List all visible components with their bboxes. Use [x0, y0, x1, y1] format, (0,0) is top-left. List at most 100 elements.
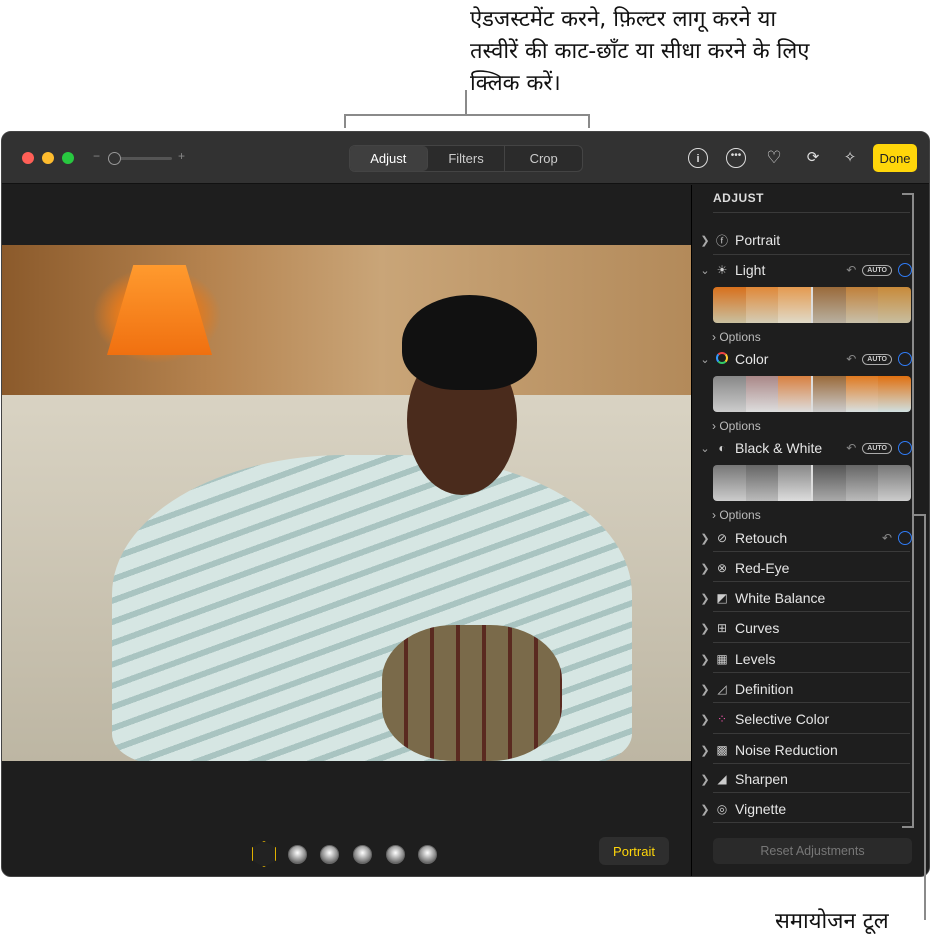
person-hair [402, 295, 537, 390]
auto-button[interactable]: AUTO [862, 442, 892, 454]
undo-icon[interactable]: ↶ [846, 263, 856, 277]
stage-mono-button[interactable] [418, 845, 437, 864]
undo-icon[interactable]: ↶ [846, 441, 856, 455]
magic-wand-icon[interactable]: ✧ [840, 148, 860, 168]
section-label: Selective Color [735, 711, 830, 727]
dots-icon: ⁘ [716, 712, 728, 726]
section-label: Portrait [735, 232, 781, 248]
section-portrait[interactable]: ❯ ⓕ Portrait [692, 229, 929, 251]
toolbar: − + Adjust Filters Crop i ••• ♡ ⟳ ✧ Done [2, 132, 929, 184]
chevron-right-icon[interactable]: ❯ [692, 622, 712, 635]
eye-icon: ⊗ [716, 561, 728, 575]
chevron-right-icon[interactable]: ❯ [692, 653, 712, 666]
section-label: Red-Eye [735, 560, 790, 576]
levels-icon: ▦ [716, 652, 728, 666]
section-black-white[interactable]: ⌄ ◐ Black & White ↶ AUTO [692, 437, 929, 459]
reset-adjustments-button[interactable]: Reset Adjustments [713, 838, 912, 864]
divider [713, 763, 910, 764]
white-balance-icon: ◩ [716, 591, 728, 605]
toggle-button[interactable] [898, 352, 912, 366]
section-red-eye[interactable]: ❯ ⊗ Red-Eye [692, 557, 929, 579]
half-circle-icon: ◐ [718, 441, 726, 455]
close-button[interactable] [22, 152, 34, 164]
divider [713, 212, 910, 213]
zoom-button[interactable] [62, 152, 74, 164]
zoom-in-label: + [178, 149, 186, 163]
chevron-right-icon[interactable]: ❯ [692, 773, 712, 786]
vignette-icon: ◎ [716, 802, 728, 816]
chevron-right-icon[interactable]: ❯ [692, 713, 712, 726]
divider [713, 672, 910, 673]
zoom-slider[interactable] [108, 152, 172, 165]
tab-crop[interactable]: Crop [505, 146, 582, 171]
chevron-down-icon[interactable]: ⌄ [692, 353, 712, 366]
bandage-icon: ⊘ [716, 531, 728, 545]
section-selective-color[interactable]: ❯ ⁘ Selective Color [692, 708, 929, 730]
color-options[interactable]: › Options [712, 419, 761, 433]
minimize-button[interactable] [42, 152, 54, 164]
sharpen-icon: ◢ [717, 772, 727, 786]
section-noise-reduction[interactable]: ❯ ▩ Noise Reduction [692, 739, 929, 761]
section-color[interactable]: ⌄ Color ↶ AUTO [692, 348, 929, 370]
chevron-right-icon[interactable]: ❯ [692, 683, 712, 696]
auto-button[interactable]: AUTO [862, 353, 892, 365]
auto-button[interactable]: AUTO [862, 264, 892, 276]
sidebar-title: ADJUST [713, 191, 765, 205]
section-vignette[interactable]: ❯ ◎ Vignette [692, 798, 929, 820]
chevron-right-icon[interactable]: ❯ [692, 234, 712, 247]
rotate-icon[interactable]: ⟳ [803, 148, 823, 168]
divider [713, 702, 910, 703]
color-ring-icon [712, 351, 732, 367]
color-slider-strip[interactable] [713, 376, 911, 412]
chevron-down-icon[interactable]: ⌄ [692, 442, 712, 455]
tab-adjust[interactable]: Adjust [350, 146, 428, 171]
section-curves[interactable]: ❯ ⊞ Curves [692, 617, 929, 639]
studio-light-button[interactable] [320, 845, 339, 864]
done-button[interactable]: Done [873, 144, 917, 172]
section-label: Black & White [735, 440, 823, 456]
lighting-cube-icon[interactable] [252, 841, 276, 867]
contour-light-button[interactable] [353, 845, 372, 864]
striped-pillow [382, 625, 562, 761]
divider [713, 822, 910, 823]
toggle-button[interactable] [898, 531, 912, 545]
info-icon[interactable]: i [688, 148, 708, 168]
toggle-button[interactable] [898, 263, 912, 277]
chevron-right-icon[interactable]: ❯ [692, 592, 712, 605]
lamp [107, 265, 212, 355]
chevron-right-icon[interactable]: ❯ [692, 532, 712, 545]
undo-icon[interactable]: ↶ [846, 352, 856, 366]
light-options[interactable]: › Options [712, 330, 761, 344]
section-label: Light [735, 262, 766, 278]
noise-icon: ▩ [716, 743, 728, 757]
portrait-photo [2, 245, 691, 761]
chevron-right-icon[interactable]: ❯ [692, 744, 712, 757]
more-icon[interactable]: ••• [726, 148, 746, 168]
section-white-balance[interactable]: ❯ ◩ White Balance [692, 587, 929, 609]
portrait-button[interactable]: Portrait [599, 837, 669, 865]
bw-slider-strip[interactable] [713, 465, 911, 501]
section-label: Vignette [735, 801, 787, 817]
toggle-button[interactable] [898, 441, 912, 455]
chevron-right-icon[interactable]: ❯ [692, 562, 712, 575]
tab-filters[interactable]: Filters [428, 146, 506, 171]
section-sharpen[interactable]: ❯ ◢ Sharpen [692, 768, 929, 790]
chevron-down-icon[interactable]: ⌄ [692, 264, 712, 277]
divider [713, 642, 910, 643]
section-definition[interactable]: ❯ ◿ Definition [692, 678, 929, 700]
divider [713, 581, 910, 582]
section-retouch[interactable]: ❯ ⊘ Retouch ↶ [692, 527, 929, 549]
stage-light-button[interactable] [386, 845, 405, 864]
right-callout: समायोजन टूल [775, 909, 889, 934]
light-slider-strip[interactable] [713, 287, 911, 323]
divider [713, 254, 910, 255]
natural-light-button[interactable] [288, 845, 307, 864]
chevron-right-icon[interactable]: ❯ [692, 803, 712, 816]
zoom-slider-knob[interactable] [108, 152, 121, 165]
callout-line [465, 90, 467, 115]
bw-options[interactable]: › Options [712, 508, 761, 522]
section-levels[interactable]: ❯ ▦ Levels [692, 648, 929, 670]
section-light[interactable]: ⌄ ☀ Light ↶ AUTO [692, 259, 929, 281]
undo-icon[interactable]: ↶ [882, 531, 892, 545]
heart-icon[interactable]: ♡ [764, 148, 784, 168]
